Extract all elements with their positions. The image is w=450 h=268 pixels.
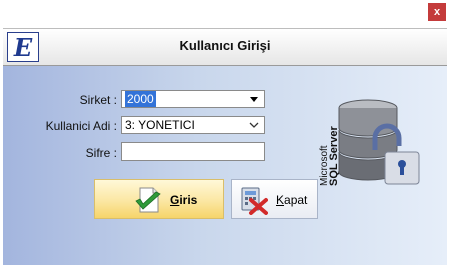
dropdown-arrow-icon[interactable]	[248, 92, 260, 106]
chevron-down-icon[interactable]	[248, 118, 260, 132]
password-input[interactable]	[121, 142, 265, 161]
username-value: 3: YONETICI	[125, 118, 195, 132]
sql-server-database-icon: Microsoft SQL Server	[319, 99, 420, 186]
username-dropdown[interactable]: 3: YONETICI	[121, 116, 265, 134]
cancel-calculator-icon	[241, 187, 268, 215]
company-value: 2000	[125, 91, 156, 107]
title-bar: x	[0, 0, 450, 26]
login-button[interactable]: Giris	[94, 179, 224, 219]
header-bar: E Kullanıcı Girişi	[3, 28, 447, 66]
close-button[interactable]: Kapat	[231, 179, 318, 219]
login-form-area: Sirket : 2000 Kullanici Adi : 3: YONETIC…	[3, 66, 447, 265]
checkmark-document-icon	[135, 187, 161, 213]
company-dropdown[interactable]: 2000	[121, 90, 265, 108]
login-window: x E Kullanıcı Girişi Sirket : 2000 Kulla…	[0, 0, 450, 268]
password-label: Sifre :	[85, 146, 117, 160]
close-label: Kapat	[276, 193, 308, 207]
svg-text:SQL Server: SQL Server	[328, 126, 340, 186]
company-label: Sirket :	[79, 93, 117, 107]
window-close-button[interactable]: x	[428, 3, 446, 21]
login-label: Giris	[170, 193, 198, 207]
username-label: Kullanici Adi :	[45, 119, 117, 133]
page-title: Kullanıcı Girişi	[179, 38, 271, 53]
